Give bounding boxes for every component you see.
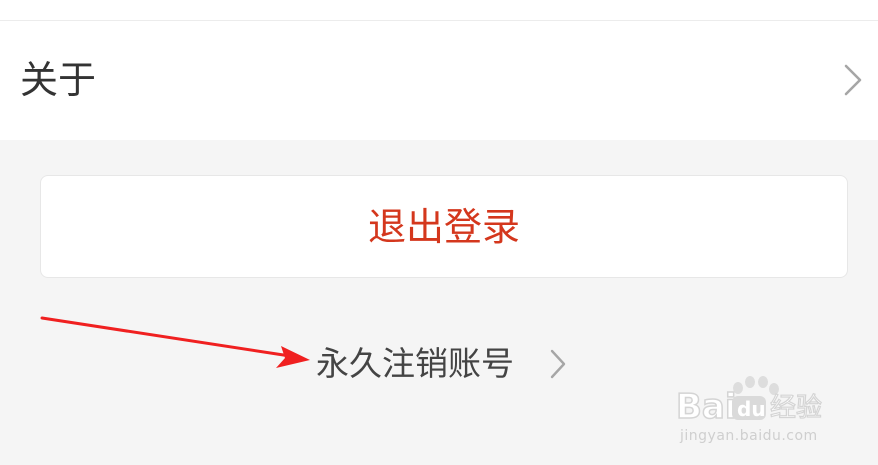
svg-text:经验: 经验 xyxy=(770,393,822,423)
svg-text:Bai: Bai xyxy=(676,387,737,424)
chevron-right-icon xyxy=(550,349,566,379)
about-row[interactable]: 关于 xyxy=(0,22,878,140)
about-label: 关于 xyxy=(20,58,97,102)
settings-list: 关于 xyxy=(0,0,878,140)
svg-text:du: du xyxy=(737,397,766,421)
logout-button[interactable]: 退出登录 xyxy=(40,175,848,278)
chevron-right-icon xyxy=(844,64,862,96)
delete-account-link[interactable]: 永久注销账号 xyxy=(316,340,576,390)
settings-screen: 关于 退出登录 永久注销账号 Bai du 经验 jingyan.baidu.c… xyxy=(0,0,878,465)
baidu-paw-logo: Bai du 经验 xyxy=(676,376,823,424)
red-arrow-icon xyxy=(40,316,310,368)
baidu-watermark: Bai du 经验 jingyan.baidu.com xyxy=(676,376,872,454)
delete-account-label: 永久注销账号 xyxy=(316,344,514,383)
logout-label: 退出登录 xyxy=(367,205,520,249)
watermark-url: jingyan.baidu.com xyxy=(680,428,818,444)
divider xyxy=(0,20,878,21)
